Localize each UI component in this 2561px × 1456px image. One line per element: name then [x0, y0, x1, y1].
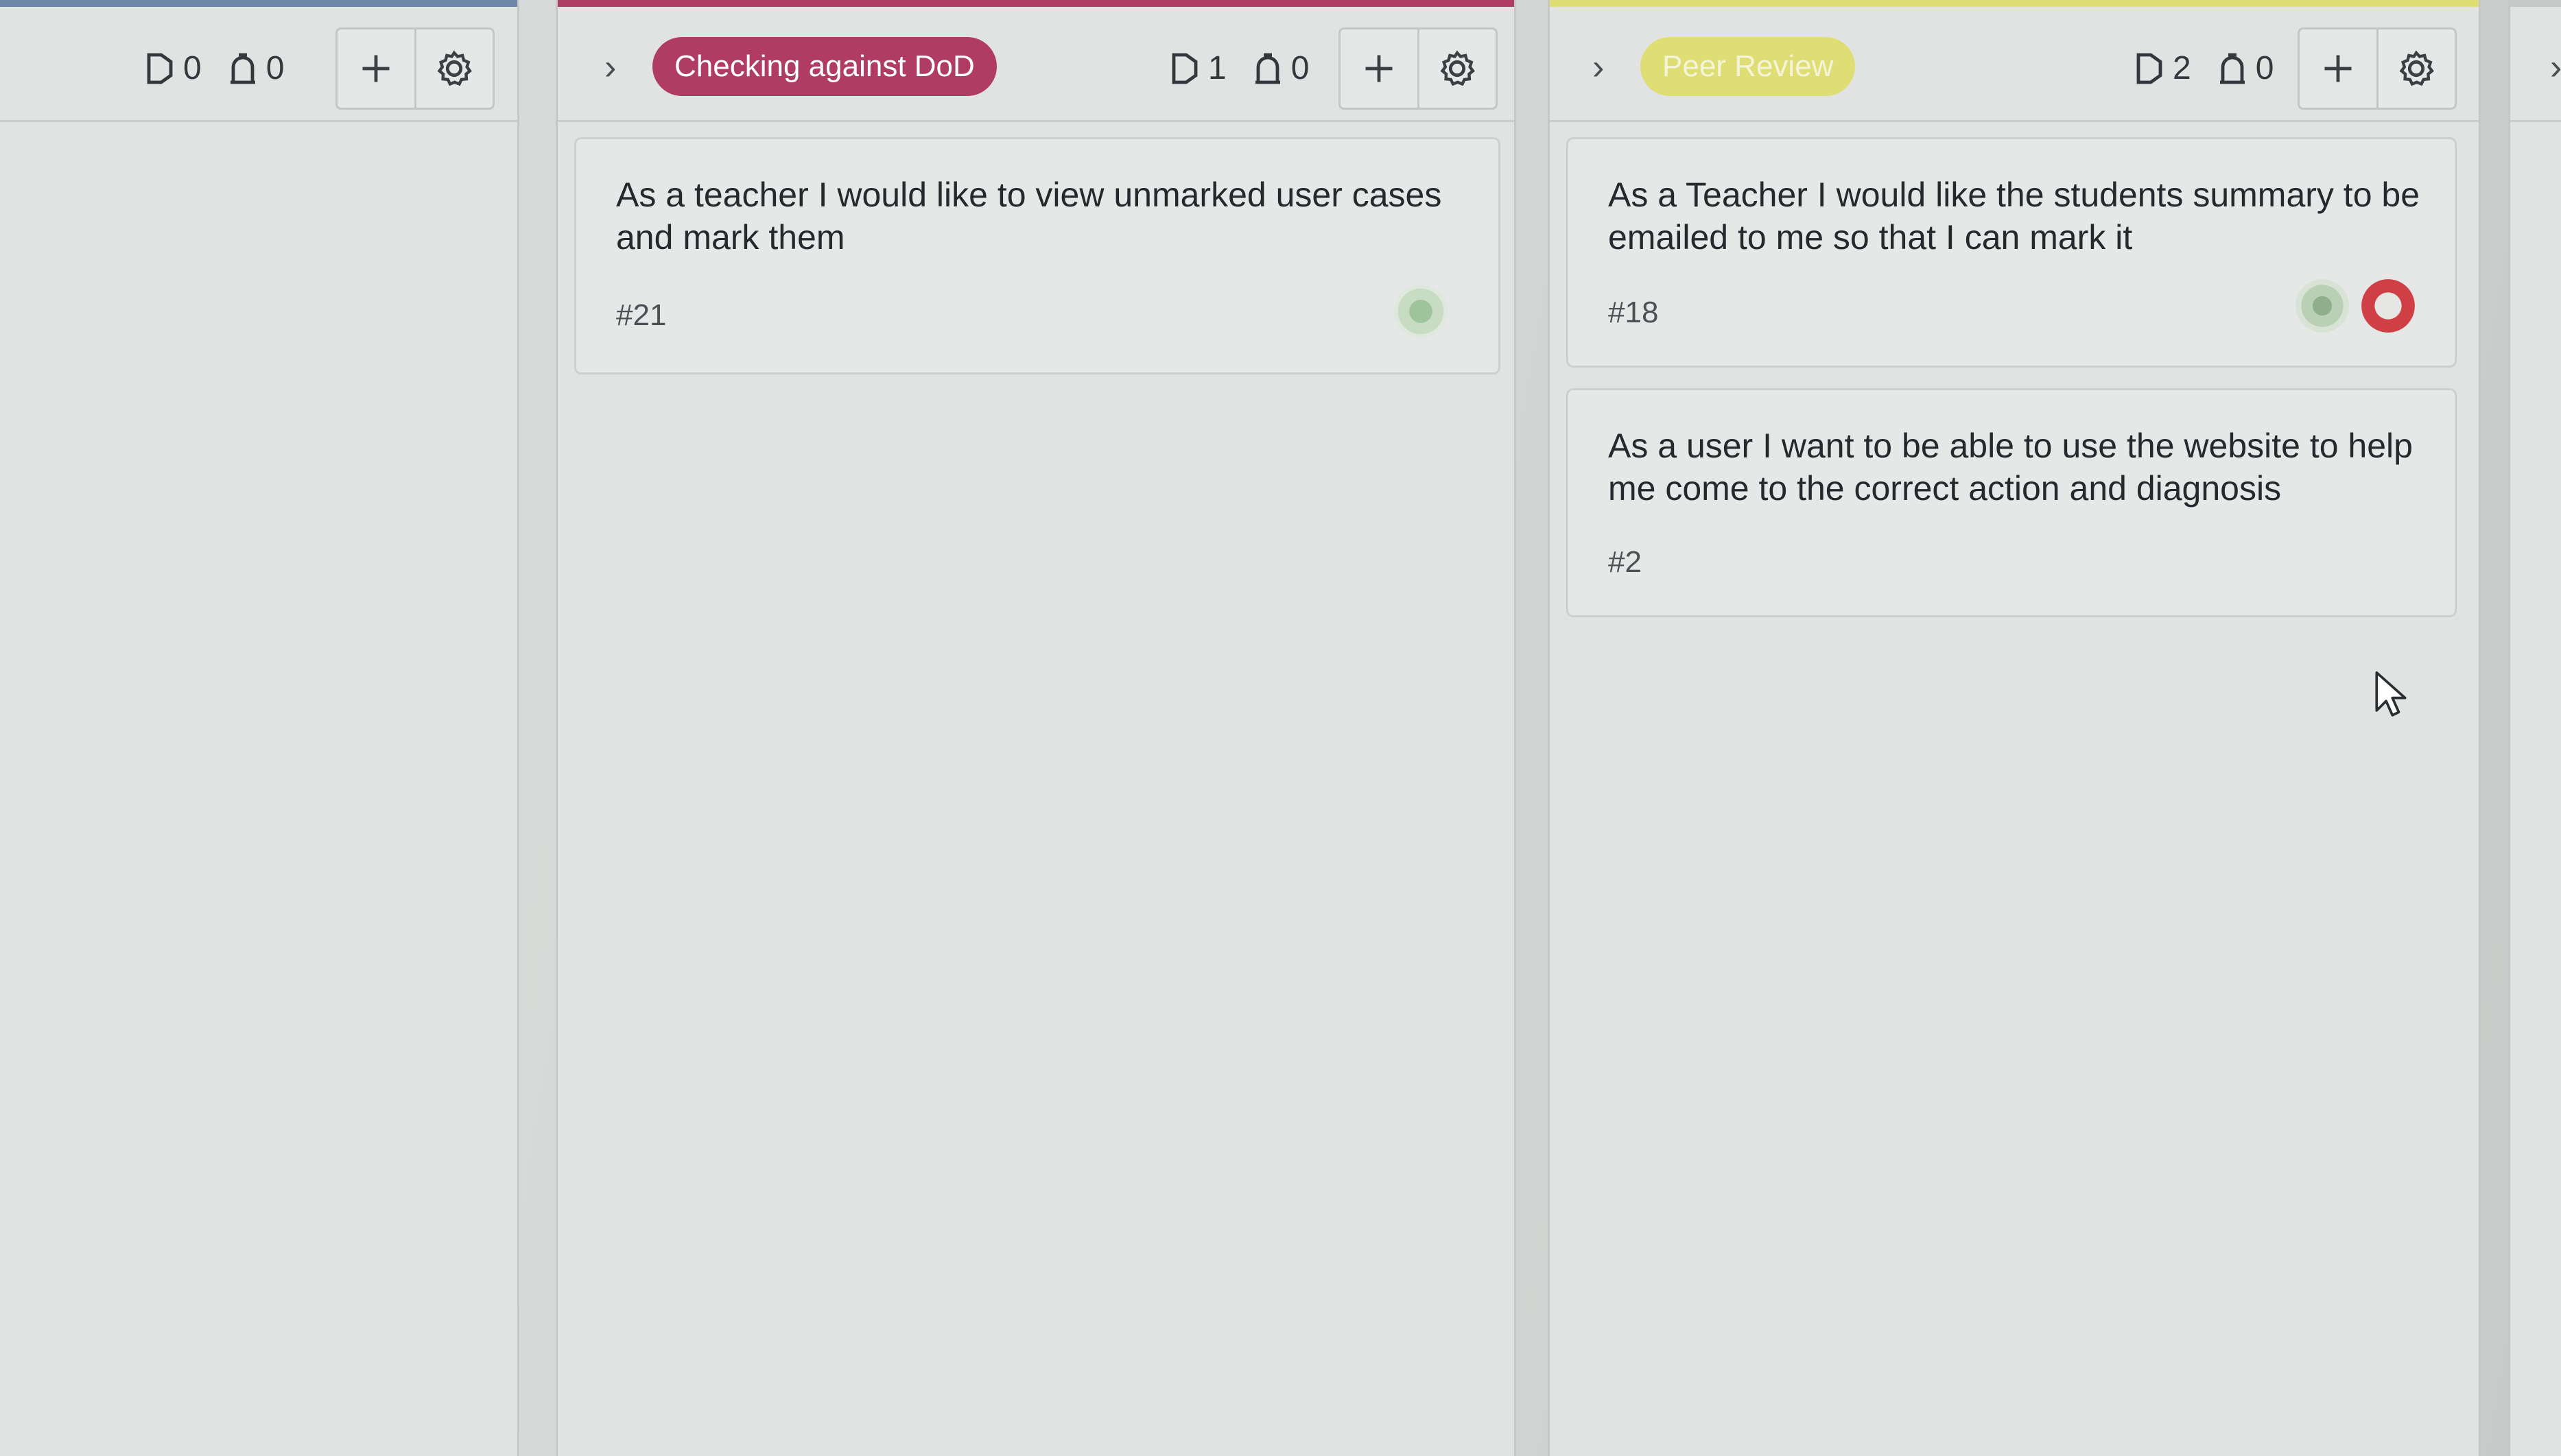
issue-card[interactable]: As a Teacher I would like the students s… [1566, 137, 2457, 368]
assignee-avatar[interactable] [2361, 279, 2415, 333]
board-column-peer-review: › Peer Review 2 0 As a Teacher I would l… [1548, 0, 2481, 1456]
gear-icon [437, 50, 473, 86]
board-column-checking-against-dod: › Checking against DoD 1 0 As a teacher … [556, 0, 1516, 1456]
column-counts: 1 0 [1168, 49, 1334, 87]
column-label: Checking against DoD [652, 37, 997, 96]
pull-request-icon [230, 53, 255, 84]
column-settings-button[interactable] [1417, 29, 1496, 108]
issue-opened-icon [1172, 53, 1198, 84]
issue-count: 1 [1208, 50, 1227, 86]
column-actions [335, 27, 495, 110]
pull-request-icon [1255, 53, 1280, 84]
column-counts: 2 0 [2133, 49, 2298, 87]
chevron-right-icon[interactable]: › [1592, 49, 1604, 85]
add-card-button[interactable] [2300, 29, 2376, 108]
card-number: #21 [616, 298, 667, 332]
assignee-avatar[interactable] [1394, 285, 1448, 338]
gear-icon [1440, 50, 1476, 86]
column-settings-button[interactable] [2376, 29, 2455, 108]
issue-opened-icon [2136, 53, 2162, 84]
board-column-1: 0 0 [0, 0, 519, 1456]
column-header: › Peer Review 2 0 [1550, 7, 2479, 122]
plus-icon [1365, 55, 1393, 82]
card-title[interactable]: As a user I want to be able to use the w… [1608, 425, 2427, 510]
issue-card[interactable]: As a teacher I would like to view unmark… [574, 137, 1500, 374]
column-actions [2298, 27, 2457, 110]
column-header: › Checking against DoD 1 0 [558, 7, 1514, 122]
issue-count: 0 [183, 50, 202, 86]
plus-icon [2324, 55, 2352, 82]
column-actions [1338, 27, 1498, 110]
pr-count: 0 [2255, 50, 2274, 86]
assignee-avatar[interactable] [2296, 279, 2349, 333]
project-board: 0 0 › Checking against DoD 1 0 As a teac… [0, 0, 2561, 1456]
mouse-cursor-icon [2375, 671, 2407, 717]
add-card-button[interactable] [338, 29, 414, 108]
gear-icon [2399, 50, 2435, 86]
card-number: #2 [1608, 545, 1642, 579]
chevron-right-icon[interactable]: › [2550, 49, 2561, 85]
column-header: 0 0 [0, 7, 517, 122]
card-number: #18 [1608, 296, 1659, 329]
column-counts: 0 0 [143, 49, 309, 87]
plus-icon [362, 55, 390, 82]
column-label: Peer Review [1640, 37, 1856, 96]
pr-count: 0 [1290, 50, 1310, 86]
board-column-4: › [2508, 0, 2561, 1456]
add-card-button[interactable] [1341, 29, 1417, 108]
chevron-right-icon[interactable]: › [604, 49, 616, 85]
column-settings-button[interactable] [414, 29, 493, 108]
issue-opened-icon [147, 53, 173, 84]
issue-count: 2 [2173, 50, 2191, 86]
pr-count: 0 [265, 50, 285, 86]
pull-request-icon [2219, 53, 2245, 84]
issue-card[interactable]: As a user I want to be able to use the w… [1566, 388, 2457, 617]
column-header: › [2510, 7, 2561, 122]
card-title[interactable]: As a Teacher I would like the students s… [1608, 174, 2427, 259]
card-title[interactable]: As a teacher I would like to view unmark… [616, 174, 1471, 259]
